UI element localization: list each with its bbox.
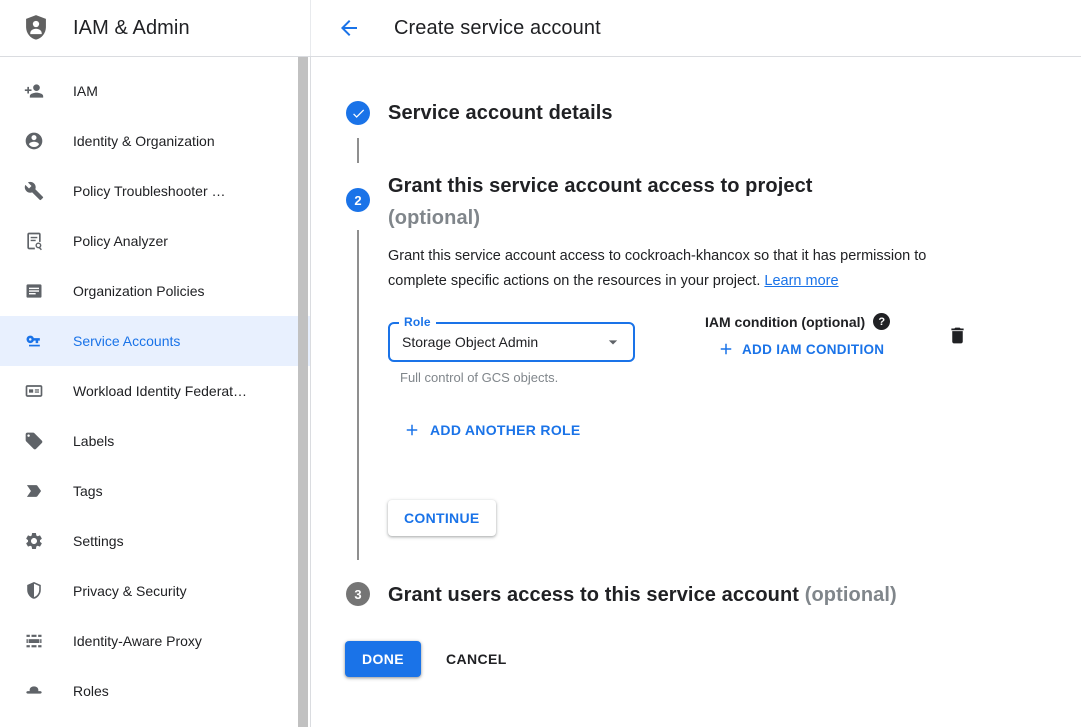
proxy-icon <box>24 631 44 651</box>
role-select[interactable]: Role Storage Object Admin <box>388 322 635 362</box>
sidebar-item-iam[interactable]: IAM <box>0 66 310 116</box>
sidebar-item-label: Settings <box>73 533 124 549</box>
label-tag-icon <box>24 431 44 451</box>
sidebar-item-label: Identity & Organization <box>73 133 215 149</box>
sidebar-item-identity-organization[interactable]: Identity & Organization <box>0 116 310 166</box>
product-header: IAM & Admin <box>0 0 311 56</box>
card-icon <box>24 381 44 401</box>
sidebar-item-label: Labels <box>73 433 114 449</box>
person-add-icon <box>24 81 44 101</box>
sidebar: IAM Identity & Organization Policy Troub… <box>0 57 311 727</box>
cancel-button[interactable]: CANCEL <box>430 641 523 677</box>
step3-title-text: Grant users access to this service accou… <box>388 584 799 606</box>
trash-icon <box>947 325 968 346</box>
create-service-account-form: Service account details 2 Grant this ser… <box>311 57 1081 727</box>
policy-analyzer-icon <box>24 231 44 251</box>
sidebar-item-privacy-security[interactable]: Privacy & Security <box>0 566 310 616</box>
add-iam-condition-button[interactable]: ADD IAM CONDITION <box>717 340 884 358</box>
sidebar-item-labels[interactable]: Labels <box>0 416 310 466</box>
iam-condition-label: IAM condition (optional) <box>705 314 865 330</box>
sidebar-item-organization-policies[interactable]: Organization Policies <box>0 266 310 316</box>
add-another-role-label: ADD ANOTHER ROLE <box>430 422 581 438</box>
tag-arrow-icon <box>24 481 44 501</box>
stepper-connector <box>357 138 359 163</box>
sidebar-item-label: Workload Identity Federat… <box>73 383 247 399</box>
role-field-label: Role <box>399 315 436 329</box>
chevron-down-icon <box>603 332 623 352</box>
product-title: IAM & Admin <box>73 17 190 40</box>
sidebar-item-label: IAM <box>73 83 98 99</box>
sidebar-item-label: Identity-Aware Proxy <box>73 633 202 649</box>
add-another-role-button[interactable]: ADD ANOTHER ROLE <box>403 421 581 439</box>
step2-title: Grant this service account access to pro… <box>388 170 813 234</box>
sidebar-item-label: Service Accounts <box>73 333 180 349</box>
wrench-icon <box>24 181 44 201</box>
identity-person-icon <box>24 131 44 151</box>
step2-number: 2 <box>354 193 361 208</box>
sidebar-item-label: Privacy & Security <box>73 583 187 599</box>
add-iam-condition-label: ADD IAM CONDITION <box>742 342 884 357</box>
sidebar-item-label: Organization Policies <box>73 283 205 299</box>
sidebar-item-identity-aware-proxy[interactable]: Identity-Aware Proxy <box>0 616 310 666</box>
plus-icon <box>717 340 735 358</box>
step3-number: 3 <box>354 587 361 602</box>
step2-number-badge: 2 <box>346 188 370 212</box>
learn-more-link[interactable]: Learn more <box>764 273 838 289</box>
step2-description: Grant this service account access to coc… <box>388 244 988 294</box>
org-policies-icon <box>24 281 44 301</box>
iam-shield-logo-icon <box>22 14 50 42</box>
step1-complete-badge <box>346 101 370 125</box>
step2-optional-label: (optional) <box>388 202 813 234</box>
step3-optional-label: (optional) <box>805 584 897 606</box>
help-icon[interactable]: ? <box>873 313 890 330</box>
plus-icon <box>403 421 421 439</box>
sidebar-item-settings[interactable]: Settings <box>0 516 310 566</box>
sidebar-scrollbar[interactable] <box>298 57 308 727</box>
iam-condition-header: IAM condition (optional) ? <box>705 313 890 330</box>
page-title: Create service account <box>394 17 601 40</box>
role-selected-value: Storage Object Admin <box>402 334 538 350</box>
step3-title: Grant users access to this service accou… <box>388 582 897 608</box>
app-header: IAM & Admin Create service account <box>0 0 1081 57</box>
step1-title: Service account details <box>388 101 613 125</box>
sidebar-item-label: Tags <box>73 483 103 499</box>
page-header: Create service account <box>311 0 1081 56</box>
sidebar-item-policy-analyzer[interactable]: Policy Analyzer <box>0 216 310 266</box>
shield-icon <box>24 581 44 601</box>
screen: IAM & Admin Create service account IAM I… <box>0 0 1081 727</box>
delete-role-button[interactable] <box>945 325 969 349</box>
hat-icon <box>24 681 44 701</box>
continue-button[interactable]: CONTINUE <box>388 500 496 536</box>
step2-title-text: Grant this service account access to pro… <box>388 170 813 202</box>
role-helper-text: Full control of GCS objects. <box>400 370 558 385</box>
done-button[interactable]: DONE <box>345 641 421 677</box>
sidebar-item-label: Policy Analyzer <box>73 233 168 249</box>
sidebar-item-label: Policy Troubleshooter … <box>73 183 226 199</box>
service-account-key-icon <box>24 331 44 351</box>
back-arrow-icon[interactable] <box>337 16 361 40</box>
check-icon <box>351 106 366 121</box>
step3-number-badge: 3 <box>346 582 370 606</box>
stepper-connector <box>357 230 359 560</box>
sidebar-item-workload-identity-federation[interactable]: Workload Identity Federat… <box>0 366 310 416</box>
gear-icon <box>24 531 44 551</box>
step2-description-text: Grant this service account access to coc… <box>388 248 926 289</box>
sidebar-item-label: Roles <box>73 683 109 699</box>
sidebar-item-policy-troubleshooter[interactable]: Policy Troubleshooter … <box>0 166 310 216</box>
sidebar-item-tags[interactable]: Tags <box>0 466 310 516</box>
sidebar-item-service-accounts[interactable]: Service Accounts <box>0 316 310 366</box>
sidebar-item-roles[interactable]: Roles <box>0 666 310 716</box>
